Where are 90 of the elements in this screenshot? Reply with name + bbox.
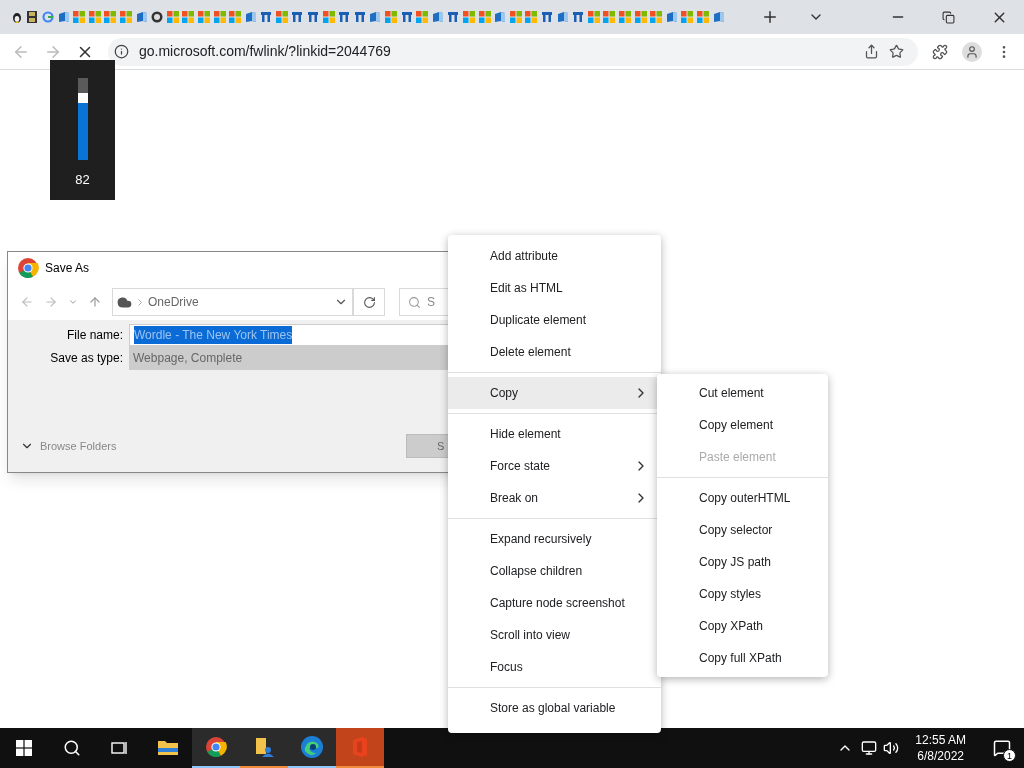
save-type-label: Save as type:	[49, 350, 124, 367]
search-placeholder: S	[427, 294, 435, 311]
location-text: OneDrive	[148, 294, 199, 311]
notifications-icon	[993, 739, 1011, 757]
document-icon[interactable]	[244, 11, 257, 23]
building-icon[interactable]	[572, 11, 585, 23]
notifications-button[interactable]: 1	[980, 728, 1024, 768]
windows-logo-icon[interactable]	[119, 11, 132, 23]
windows-logo-icon[interactable]	[463, 11, 475, 23]
refresh-icon	[362, 295, 376, 309]
volume-reading: 82	[75, 171, 90, 189]
dialog-title: Save As	[45, 260, 90, 277]
building-icon[interactable]	[260, 11, 273, 23]
up-icon[interactable]	[88, 295, 102, 309]
windows-logo-icon[interactable]	[385, 11, 398, 23]
bookmark-star-icon[interactable]	[889, 44, 904, 59]
document-person-icon[interactable]	[253, 736, 275, 758]
building-icon[interactable]	[338, 11, 351, 23]
location-field[interactable]: OneDrive	[112, 288, 353, 316]
breadcrumb-chevron-icon	[138, 298, 142, 306]
edge-icon[interactable]	[300, 735, 324, 759]
clock[interactable]: 12:55 AM 6/8/2022	[909, 732, 972, 764]
building-icon[interactable]	[291, 11, 304, 23]
windows-logo-icon[interactable]	[229, 11, 242, 23]
extensions-icon[interactable]	[932, 43, 948, 60]
clock-time: 12:55 AM	[915, 732, 966, 748]
cloud-icon	[117, 294, 132, 310]
windows-logo-icon[interactable]	[478, 11, 491, 23]
refresh-button[interactable]	[353, 288, 385, 316]
windows-logo-icon[interactable]	[275, 11, 288, 23]
task-view-icon	[111, 740, 129, 756]
windows-logo-icon[interactable]	[213, 11, 226, 23]
person-icon	[965, 44, 979, 59]
share-icon[interactable]	[864, 44, 879, 59]
volume-track[interactable]	[77, 78, 88, 160]
penguin-icon[interactable]	[10, 11, 23, 23]
clock-date: 6/8/2022	[917, 748, 964, 764]
building-icon[interactable]	[400, 11, 413, 23]
windows-logo-icon[interactable]	[587, 11, 600, 23]
building-icon[interactable]	[353, 11, 366, 23]
file-name-selected-text: Wordle - The New York Times	[134, 326, 293, 344]
film-icon[interactable]	[26, 11, 39, 23]
windows-logo-icon[interactable]	[696, 11, 709, 23]
building-icon[interactable]	[447, 11, 460, 23]
windows-logo-icon[interactable]	[73, 11, 86, 23]
windows-logo-icon[interactable]	[509, 11, 522, 23]
notification-count: 1	[1003, 749, 1016, 762]
file-name-label: File name:	[65, 327, 124, 344]
windows-logo-icon[interactable]	[104, 11, 117, 23]
windows-logo-icon[interactable]	[182, 11, 195, 23]
google-icon[interactable]	[42, 11, 54, 23]
windows-logo-icon[interactable]	[416, 11, 429, 23]
speaker-icon[interactable]	[883, 740, 900, 756]
restore-icon[interactable]	[942, 10, 955, 24]
building-icon[interactable]	[541, 11, 553, 23]
profile-avatar[interactable]	[962, 41, 982, 62]
search-icon	[63, 739, 81, 757]
address-bar[interactable]: go.microsoft.com/fwlink/?linkid=2044769	[108, 37, 918, 66]
windows-logo-icon[interactable]	[681, 11, 694, 23]
menu-item[interactable]: Store as global variable	[448, 692, 661, 724]
document-icon[interactable]	[57, 11, 70, 23]
windows-logo-icon[interactable]	[603, 11, 616, 23]
taskbar-app[interactable]	[288, 728, 336, 768]
windows-logo-icon[interactable]	[634, 11, 647, 23]
document-icon[interactable]	[556, 11, 569, 23]
document-icon[interactable]	[369, 11, 382, 23]
info-icon	[114, 44, 129, 59]
windows-start-icon	[16, 740, 32, 756]
chrome-icon[interactable]	[205, 736, 227, 758]
document-icon[interactable]	[712, 11, 725, 23]
windows-logo-icon[interactable]	[618, 11, 631, 23]
building-icon[interactable]	[307, 11, 320, 23]
document-icon[interactable]	[135, 11, 148, 23]
search-icon	[408, 295, 421, 309]
windows-logo-icon[interactable]	[88, 11, 101, 23]
document-icon[interactable]	[431, 11, 444, 23]
folder-icon[interactable]	[157, 738, 179, 756]
menu-item[interactable]: Add attribute	[448, 240, 661, 272]
taskbar-app[interactable]	[192, 728, 240, 768]
windows-logo-icon[interactable]	[197, 11, 210, 23]
recent-locations-icon[interactable]	[68, 297, 78, 307]
document-icon[interactable]	[494, 11, 507, 23]
windows-logo-icon[interactable]	[525, 11, 538, 23]
windows-logo-icon[interactable]	[650, 11, 663, 23]
save-type-text: Webpage, Complete	[133, 350, 243, 367]
volume-thumb[interactable]	[77, 92, 88, 103]
windows-logo-icon[interactable]	[322, 11, 335, 23]
network-icon[interactable]	[861, 740, 878, 756]
url-text: go.microsoft.com/fwlink/?linkid=2044769	[139, 42, 391, 61]
document-icon[interactable]	[665, 11, 678, 23]
